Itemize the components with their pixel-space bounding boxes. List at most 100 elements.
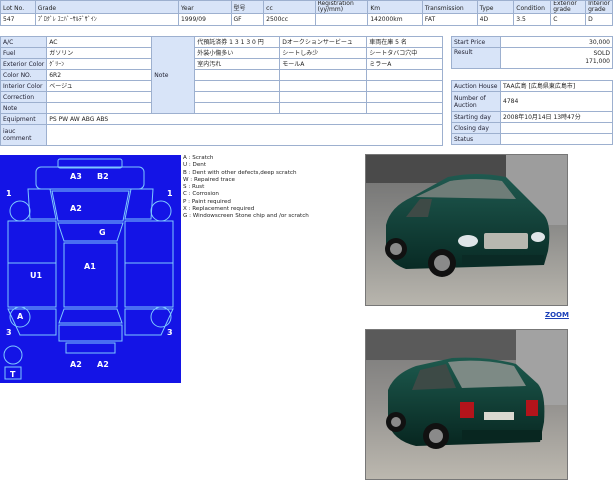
note-empty bbox=[279, 91, 368, 103]
spec-table: A/C AC Note 代預託済券 1 3 1 3 0 円 Dオークションサービ… bbox=[0, 36, 443, 146]
price-row-start: Start Price 30,000 bbox=[451, 36, 613, 48]
spec-label-interior-color: Interior Color bbox=[0, 80, 48, 92]
transmission-value: FAT bbox=[421, 13, 478, 26]
price-table: Start Price 30,000 Result SOLD 171,000 bbox=[451, 36, 613, 69]
note-empty bbox=[366, 80, 443, 92]
header-transmission: Transmission bbox=[421, 0, 478, 14]
diagram-rear-window bbox=[58, 308, 123, 324]
spec-label-correction: Correction bbox=[0, 91, 48, 103]
damage-mark: 1 bbox=[167, 189, 173, 198]
header-condition: Condition bbox=[513, 0, 552, 14]
spec-value-iauc-comment bbox=[46, 124, 443, 146]
damage-mark: A2 bbox=[70, 360, 82, 369]
auction-row-house: Auction House TAA広島 [広島県東広島市] bbox=[451, 80, 613, 92]
closing-day-label: Closing day bbox=[451, 122, 501, 134]
note-3-3: ミラーA bbox=[366, 58, 443, 70]
damage-mark: A2 bbox=[97, 360, 109, 369]
note-empty bbox=[194, 80, 281, 92]
grade-value: ﾌﾟﾛｸﾞﾚ ﾕﾆﾊﾞｰｻﾙﾃﾞｻﾞｲﾝ bbox=[34, 13, 180, 26]
damage-mark: B2 bbox=[97, 172, 109, 181]
note-empty bbox=[194, 91, 281, 103]
note-empty bbox=[194, 69, 281, 81]
note-empty bbox=[194, 102, 281, 114]
note-3-1: 室内汚れ bbox=[194, 58, 281, 70]
car-photo-front-image bbox=[366, 155, 567, 305]
spec-row-equipment: Equipment PS PW AW ABG ABS bbox=[0, 113, 443, 125]
spec-value-correction bbox=[46, 91, 153, 103]
note-2-2: シートしみ少 bbox=[279, 47, 368, 59]
legend-item: S : Rust bbox=[183, 184, 205, 191]
spec-row-iauc-comment: iauc comment bbox=[0, 124, 443, 146]
header-model: 型号 bbox=[230, 0, 265, 14]
spec-label-color-no: Color NO. bbox=[0, 69, 48, 81]
note-1-3: 車両在庫 5 名 bbox=[366, 36, 443, 48]
diagram-hood bbox=[51, 190, 130, 222]
damage-mark: A3 bbox=[70, 172, 82, 181]
auction-row-starting: Starting day 2008年10月14日 13時47分 bbox=[451, 111, 613, 123]
header-grade: Grade bbox=[34, 0, 180, 14]
model-value: GF bbox=[230, 13, 265, 26]
damage-mark: A bbox=[17, 312, 24, 321]
note-empty bbox=[366, 91, 443, 103]
type-value: 4D bbox=[476, 13, 515, 26]
result-cell: SOLD 171,000 bbox=[500, 47, 613, 69]
car-photo-rear-image bbox=[366, 330, 567, 479]
diagram-right-rear-quarter bbox=[124, 308, 174, 336]
spec-row-interior-color: Interior Color ベージュ bbox=[0, 80, 443, 92]
note-empty bbox=[366, 102, 443, 114]
starting-day-label: Starting day bbox=[451, 111, 501, 123]
header-lot-no: Lot No. bbox=[0, 0, 36, 14]
spec-row-ac: A/C AC Note 代預託済券 1 3 1 3 0 円 Dオークションサービ… bbox=[0, 36, 443, 114]
spec-value-ac: AC bbox=[46, 36, 153, 48]
cc-value: 2500cc bbox=[263, 13, 316, 26]
condition-value: 3.5 bbox=[513, 13, 552, 26]
damage-mark: 3 bbox=[6, 328, 12, 337]
spec-label-fuel: Fuel bbox=[0, 47, 48, 59]
header-interior-grade: Interior grade bbox=[585, 0, 613, 14]
spec-label-iauc-comment: iauc comment bbox=[0, 124, 48, 146]
legend-item: B : Dent with other defects,deep scratch bbox=[183, 169, 297, 176]
damage-mark: A1 bbox=[84, 262, 96, 271]
damage-mark: T bbox=[10, 370, 16, 379]
diagram-trunk bbox=[58, 324, 123, 342]
diagram-left-rear-quarter bbox=[7, 308, 57, 336]
damage-mark: A2 bbox=[70, 204, 82, 213]
car-photo-rear[interactable] bbox=[365, 329, 568, 480]
header-type: Type bbox=[476, 0, 515, 14]
year-value: 1999/09 bbox=[178, 13, 232, 26]
start-price-value: 30,000 bbox=[500, 36, 613, 48]
header-registration: Registration (yy/mm) bbox=[314, 0, 369, 14]
auction-number-value: 4784 bbox=[500, 91, 613, 112]
starting-day-value: 2008年10月14日 13時47分 bbox=[500, 111, 613, 123]
diagram-spare-tyre bbox=[3, 345, 23, 365]
damage-mark: 3 bbox=[167, 328, 173, 337]
lot-info-header-row: Lot No. Grade Year 型号 cc Registration (y… bbox=[0, 0, 613, 14]
note-empty bbox=[279, 80, 368, 92]
legend-item: A : Scratch bbox=[183, 155, 214, 161]
diagram-wheel-front-left bbox=[9, 200, 31, 222]
spec-row-note: Note bbox=[0, 102, 443, 114]
note-3-2: モールA bbox=[279, 58, 368, 70]
legend-item: G : Windowscreen Stone chip and /or scra… bbox=[183, 213, 309, 220]
zoom-link[interactable]: ZOOM bbox=[545, 311, 569, 319]
lot-info-table: Lot No. Grade Year 型号 cc Registration (y… bbox=[0, 0, 613, 26]
start-price-label: Start Price bbox=[451, 36, 501, 48]
diagram-wheel-rear-right bbox=[150, 306, 172, 328]
diagram-roof bbox=[63, 242, 118, 308]
car-diagram: A3 B2 1 1 A2 G A1 U1 A 3 3 A2 A2 T bbox=[3, 158, 174, 380]
closing-day-value bbox=[500, 122, 613, 134]
auction-number-label: Number of Auction bbox=[451, 91, 501, 112]
spec-row-color-no: Color NO. 6R2 bbox=[0, 69, 443, 81]
car-photo-front[interactable] bbox=[365, 154, 568, 306]
status-value bbox=[500, 133, 613, 145]
note-empty bbox=[279, 102, 368, 114]
header-exterior-grade: Exterior grade bbox=[550, 0, 587, 14]
interior-grade-value: D bbox=[585, 13, 613, 26]
spec-value-note bbox=[46, 102, 153, 114]
spec-value-fuel: ガソリン bbox=[46, 47, 153, 59]
km-value: 142000km bbox=[367, 13, 423, 26]
spec-label-note: Note bbox=[0, 102, 48, 114]
lot-no-value: 547 bbox=[0, 13, 36, 26]
registration-value bbox=[314, 13, 369, 26]
diagram-right-front-fender bbox=[124, 188, 154, 220]
